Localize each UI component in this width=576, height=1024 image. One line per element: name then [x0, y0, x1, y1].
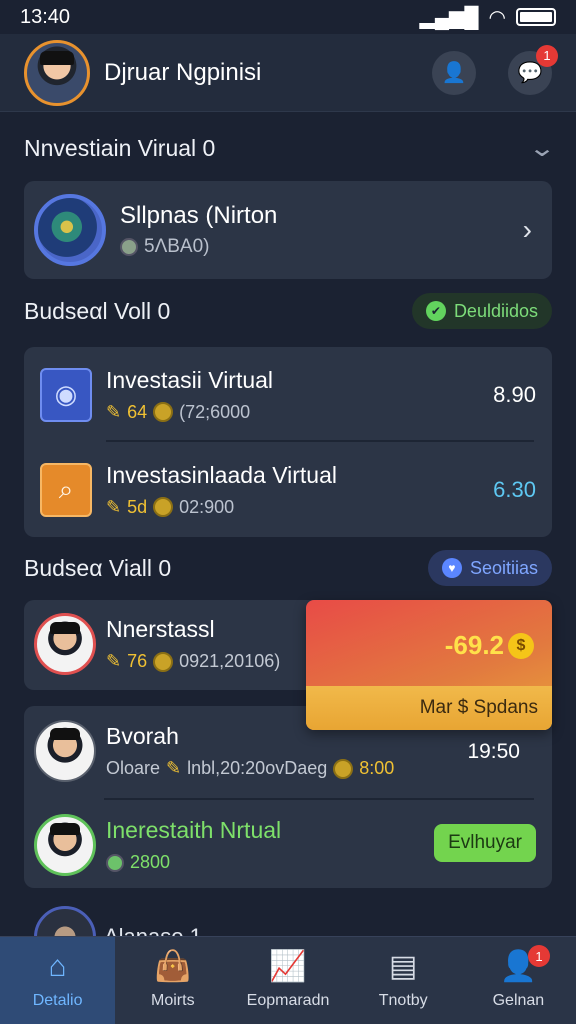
signal-icon: ▂▄▆█ [419, 6, 479, 29]
pill-label: Seoitiias [469, 557, 538, 578]
item-title: Investasii Virtual [106, 366, 274, 393]
status-pill[interactable]: ♥ Seoitiias [427, 550, 552, 586]
nav-item-bag[interactable]: 👜 Moirts [115, 937, 230, 1024]
portfolio-card[interactable]: Sllpnas (Nirton 5ΛΒΑ0) › [24, 181, 552, 279]
avatar[interactable] [24, 39, 90, 106]
user-value: 19:50 [467, 740, 520, 763]
avatar [34, 613, 96, 675]
user-meta: 2800 [106, 852, 281, 873]
coin-icon [120, 238, 138, 256]
status-time: 13:40 [20, 5, 71, 28]
check-icon: ✔ [425, 301, 446, 321]
chevron-right-icon[interactable]: › [523, 214, 532, 246]
item-meta: ✎ 64 (72;6000 [106, 402, 456, 423]
portfolio-name: Sllpnas (Nirton [120, 202, 278, 229]
avatar [34, 814, 96, 876]
item-amount: (72;6000 [179, 401, 251, 422]
item-count: 64 [127, 401, 148, 422]
status-icons: ▂▄▆█ ◠ [419, 5, 556, 30]
user-amount: 8:00 [359, 758, 395, 778]
tag-icon: ✎ [106, 401, 122, 422]
user-name: Nnerstassl [106, 616, 215, 642]
section-header-2: Budseαl Voll 0 ✔ Deuldiidos [24, 292, 552, 330]
nav-label: Detalio [32, 991, 83, 1009]
header-title: Djruar Ngpinisi [104, 58, 262, 86]
profile-button[interactable]: 👤 [432, 50, 476, 95]
wifi-icon: ◠ [488, 6, 506, 29]
meta-text: lnbl,20:20ovDaeg [187, 758, 328, 778]
status-pill[interactable]: ✔ Deuldiidos [411, 293, 552, 329]
join-button[interactable]: Evlhuyar [434, 824, 536, 862]
pill-label: Deuldiidos [453, 300, 538, 321]
nav-item-profile[interactable]: 👤 1 Gelnan [461, 937, 576, 1024]
divider [104, 798, 534, 800]
section-title: Nnvestiain Virual 0 [24, 134, 216, 161]
search-doc-icon: ⌕ [40, 462, 92, 517]
section-header-1[interactable]: Nnvestiain Virual 0 ⌄ [24, 130, 556, 166]
tag-icon: ✎ [106, 651, 122, 671]
coin-icon [153, 497, 174, 517]
section-title: Budseαl Voll 0 [24, 297, 171, 324]
safe-icon: ◉ [40, 367, 92, 422]
user-name: Inerestaith Nrtual [106, 817, 282, 843]
bag-icon: 👜 [154, 949, 192, 983]
bottom-nav: ⌂ Detalio 👜 Moirts 📈 Eopmaradn ▤ Tnotby … [0, 936, 576, 1024]
tag-icon: ✎ [106, 496, 122, 517]
app-header: Djruar Ngpinisi 👤 💬 1 [0, 34, 576, 112]
coin-icon [153, 651, 174, 672]
section-title: Budseα Viall 0 [24, 554, 172, 581]
section-header-3: Budseα Viall 0 ♥ Seoitiias [24, 548, 552, 588]
nav-label: Eopmaradn [246, 991, 330, 1009]
nav-label: Gelnan [492, 991, 545, 1009]
item-title: Investasinlaada Virtual [106, 461, 337, 488]
nav-label: Tnotby [378, 991, 428, 1009]
item-amount: 02:900 [179, 496, 235, 517]
chart-icon: 📈 [269, 949, 307, 983]
globe-icon [34, 194, 106, 266]
meta-label: Oloare [106, 758, 161, 778]
user-amount: 2800 [130, 852, 171, 872]
dollar-coin-icon: $ [508, 632, 534, 659]
list-item[interactable]: ⌕ Investasinlaada Virtual ✎ 5d 02:900 6.… [24, 442, 552, 537]
chevron-down-icon[interactable]: ⌄ [528, 134, 556, 163]
coin-icon [153, 402, 174, 422]
item-value: 8.90 [493, 381, 536, 407]
notification-badge: 1 [536, 44, 558, 67]
item-value: 6.30 [493, 476, 536, 502]
battery-icon [516, 8, 556, 26]
list-item[interactable]: ◉ Investasii Virtual ✎ 64 (72;6000 8.90 [24, 347, 552, 442]
tag-icon: ✎ [166, 758, 182, 778]
nav-item-list[interactable]: ▤ Tnotby [346, 937, 461, 1024]
heart-icon: ♥ [441, 558, 462, 578]
offer-card[interactable]: -69.2 $ Mar $ Spdans [306, 600, 552, 730]
item-count: 5d [127, 496, 148, 517]
user-count: 76 [127, 651, 148, 671]
home-icon: ⌂ [48, 949, 67, 983]
nav-label: Moirts [151, 991, 195, 1009]
offer-value-wrap: -69.2 $ [445, 630, 534, 661]
item-meta: ✎ 5d 02:900 [106, 497, 456, 518]
user-amount: 0921,20106) [179, 651, 281, 671]
offer-value: -69.2 [444, 630, 504, 660]
portfolio-sub: 5ΛΒΑ0) [120, 236, 523, 258]
person-icon: 👤 [441, 62, 467, 84]
user-meta: ✎ 76 0921,20106) [106, 651, 280, 672]
user-card: Bvorah Oloare ✎ lnbl,20:20ovDaeg 8:00 19… [24, 706, 552, 888]
notification-badge: 1 [528, 945, 551, 967]
nav-item-chart[interactable]: 📈 Eopmaradn [230, 937, 345, 1024]
avatar [34, 720, 96, 782]
portfolio-sub-value: 5ΛΒΑ0) [144, 236, 210, 257]
notifications-button[interactable]: 💬 1 [508, 44, 558, 95]
investment-list: ◉ Investasii Virtual ✎ 64 (72;6000 8.90 … [24, 347, 552, 537]
offer-button[interactable]: Mar $ Spdans [306, 686, 552, 730]
coin-icon [333, 758, 354, 779]
list-item[interactable]: Inerestaith Nrtual 2800 [24, 814, 291, 876]
status-bar: 13:40 ▂▄▆█ ◠ [0, 0, 576, 34]
coin-icon [106, 853, 124, 872]
list-icon: ▤ [389, 949, 418, 983]
nav-item-home[interactable]: ⌂ Detalio [0, 937, 116, 1024]
